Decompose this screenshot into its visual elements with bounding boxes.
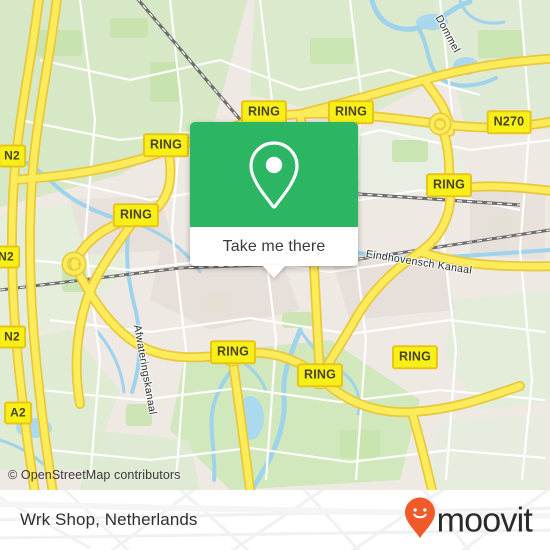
road-shield: N2 [0, 144, 26, 168]
popup-action-bar[interactable]: Take me there [190, 227, 358, 278]
road-shield: RING [112, 203, 160, 227]
road-shield: RING [142, 133, 190, 157]
popup-image-area [190, 122, 358, 227]
popup-tail-pointer [262, 265, 286, 278]
moovit-logo[interactable]: moovit [404, 497, 533, 544]
road-shield: RING [240, 100, 288, 124]
road-shield: RING [391, 345, 439, 369]
place-title: Wrk Shop, Netherlands [20, 510, 198, 529]
moovit-smiley-pin-icon [404, 497, 436, 544]
road-shield: RING [296, 363, 344, 387]
destination-popup[interactable]: Take me there [190, 122, 358, 278]
road-shield: RING [209, 340, 257, 364]
road-shield: RING [327, 100, 375, 124]
moovit-map-screen: RING RING RING RING RING RING RING RING N270 N2 N2… [0, 0, 550, 550]
road-shield: A2 [4, 401, 32, 425]
map-canvas[interactable]: RING RING RING RING RING RING RING RING N270 N2 N2… [0, 0, 550, 490]
road-shield: RING [425, 173, 473, 197]
osm-attribution[interactable]: © OpenStreetMap contributors [8, 468, 181, 482]
footer-bar: Wrk Shop, Netherlands moovit [0, 490, 550, 550]
road-shield: N2 [0, 245, 20, 269]
road-shield: N2 [0, 325, 26, 349]
take-me-there-label: Take me there [222, 237, 326, 255]
location-pin-icon [246, 139, 302, 211]
road-shield: N270 [486, 110, 532, 134]
moovit-wordmark: moovit [436, 501, 533, 539]
